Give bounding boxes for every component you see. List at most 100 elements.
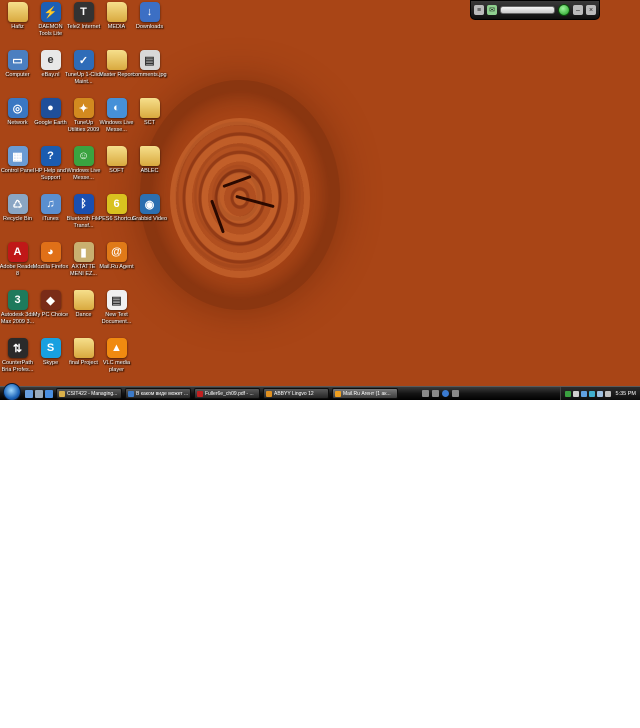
taskbar-app-icon: [197, 390, 203, 397]
switch-windows-icon[interactable]: [35, 389, 43, 398]
desktop-icon[interactable]: ☺ Windows Live Messe...: [67, 146, 100, 192]
app-icon: ●: [40, 98, 61, 118]
desktop-icon[interactable]: ⚡ DAEMON Tools Lite: [34, 2, 67, 48]
search-gadget[interactable]: ≡ ✉ – ×: [470, 0, 600, 20]
desktop-icon[interactable]: ▤ comments.jpg: [132, 50, 167, 96]
desktop-icon[interactable]: ? HP Help and Support: [34, 146, 67, 192]
taskbar-button-label: CSIT422 - Managing...: [67, 390, 118, 397]
taskbar-app-icon: [128, 390, 134, 397]
app-icon: ▭: [7, 50, 28, 70]
taskbar-button[interactable]: Fuller6e_ch09.pdf - ...: [194, 388, 260, 399]
desktop-icon[interactable]: ◕ Mozilla Firefox: [33, 242, 68, 288]
desktop-icon[interactable]: ♫ iTunes: [34, 194, 67, 240]
tray-icon[interactable]: [564, 390, 571, 397]
app-icon: 6: [106, 194, 127, 214]
desktop-icon[interactable]: ▦ Control Panel: [1, 146, 34, 192]
desktop-icon[interactable]: S Skype: [34, 338, 67, 384]
system-tray: 5:35 PM: [559, 386, 640, 400]
app-icon: ⚡: [40, 2, 61, 22]
desktop-icon[interactable]: ◎ Network: [1, 98, 34, 144]
desktop-icon[interactable]: ◆ My PC Choice: [33, 290, 68, 336]
app-icon: ♫: [40, 194, 61, 214]
folder-icon: [106, 146, 127, 166]
desktop-icon-label: VLC media player: [102, 360, 131, 373]
desktop-icon[interactable]: ᛒ Bluetooth File Transf...: [67, 194, 100, 240]
network-icon[interactable]: [596, 390, 603, 397]
clock[interactable]: 5:35 PM: [616, 391, 636, 397]
app-icon: S: [40, 338, 61, 358]
app-icon: @: [106, 242, 127, 262]
desktop-icon[interactable]: SOFT: [100, 146, 133, 192]
desktop-icon[interactable]: ◐ Windows Live Messe...: [100, 98, 133, 144]
taskbar-app-icon: [59, 390, 65, 397]
show-desktop-icon[interactable]: [25, 389, 33, 398]
desktop-icon[interactable]: final Project: [67, 338, 100, 384]
desktop-icon[interactable]: ▤ New Text Document...: [100, 290, 133, 336]
toolbar-icon[interactable]: [422, 390, 429, 397]
desktop-icon[interactable]: ABLEC: [133, 146, 166, 192]
volume-icon[interactable]: [604, 390, 611, 397]
desktop-icon[interactable]: @ Mail.Ru Agent: [99, 242, 134, 288]
start-button[interactable]: [3, 382, 21, 400]
desktop-icon[interactable]: ● Google Earth: [34, 98, 67, 144]
desktop-icon[interactable]: T Tele2 Internet: [67, 2, 100, 48]
taskbar-button[interactable]: Mail.Ru Агент (1 ак...: [332, 388, 398, 399]
tray-icon[interactable]: [588, 390, 595, 397]
desktop-icon[interactable]: ◉ Grabbid Video: [131, 194, 168, 240]
desktop-icon[interactable]: ✓ TuneUp 1-Click Maint...: [65, 50, 102, 96]
taskbar-button[interactable]: CSIT422 - Managing...: [56, 388, 122, 399]
toolbar-icon[interactable]: [442, 390, 449, 397]
app-icon: ▤: [106, 290, 127, 310]
desktop-icon[interactable]: e eBay.nl: [34, 50, 67, 96]
app-icon: ᛒ: [73, 194, 94, 214]
desktop-icon-label: SCT: [144, 120, 155, 126]
app-icon: ▲: [106, 338, 127, 358]
app-icon: ◕: [40, 242, 61, 262]
gadget-go-button[interactable]: [558, 4, 570, 16]
taskbar-button-label: Fuller6e_ch09.pdf - ...: [205, 390, 254, 397]
browser-icon[interactable]: [45, 389, 53, 398]
desktop-icon[interactable]: SCT: [133, 98, 166, 144]
desktop-icon[interactable]: Hafiz: [1, 2, 34, 48]
folder-icon: [7, 2, 28, 22]
desktop-icon[interactable]: Dance: [67, 290, 100, 336]
app-icon: 3: [7, 290, 28, 310]
desktop-icon[interactable]: ⇅ CounterPath Bria Profes...: [1, 338, 34, 384]
desktop-icon[interactable]: ▲ VLC media player: [100, 338, 133, 384]
toolbar-icon[interactable]: [432, 390, 439, 397]
tray-icon[interactable]: [580, 390, 587, 397]
app-icon: ◆: [40, 290, 61, 310]
folder-icon: [139, 146, 160, 166]
desktop-icon[interactable]: Master Report: [99, 50, 134, 96]
desktop-icon[interactable]: MEDIA: [100, 2, 133, 48]
desktop-icon-label: New Text Document...: [101, 312, 132, 325]
desktop-icon[interactable]: ▮ AXTATTE MENI EZ...: [67, 242, 100, 288]
app-icon: ▤: [139, 50, 160, 70]
desktop-icon[interactable]: ✦ TuneUp Utilities 2009: [67, 98, 100, 144]
gadget-close-icon[interactable]: ×: [586, 5, 596, 15]
taskbar-app-icon: [266, 390, 272, 397]
gadget-search-input[interactable]: [500, 6, 555, 14]
taskbar-button[interactable]: В каком виде может ...: [125, 388, 191, 399]
gadget-menu-icon[interactable]: ≡: [474, 5, 484, 15]
app-icon: ◉: [139, 194, 160, 214]
taskbar-button-label: Mail.Ru Агент (1 ак...: [343, 390, 391, 397]
app-icon: ↓: [139, 2, 160, 22]
taskbar-button[interactable]: ABBYY Lingvo 12: [263, 388, 329, 399]
app-icon: ◎: [7, 98, 28, 118]
desktop-icon[interactable]: 3 Autodesk 3ds Max 2009 3...: [1, 290, 34, 336]
desktop-icon[interactable]: ▭ Computer: [1, 50, 34, 96]
folder-icon: [106, 2, 127, 22]
app-icon: A: [7, 242, 28, 262]
desktop-icon[interactable]: ♺ Recycle Bin: [1, 194, 34, 240]
gadget-minimize-icon[interactable]: –: [573, 5, 583, 15]
desktop-icon-label: Grabbid Video: [131, 216, 168, 222]
desktop: Hafiz ⚡ DAEMON Tools Lite T Tele2 Internet ME…: [0, 0, 640, 400]
desktop-icon[interactable]: A Adobe Reader 8: [0, 242, 35, 288]
tray-icon[interactable]: [572, 390, 579, 397]
desktop-icon[interactable]: 6 PES6 Shortcut: [98, 194, 135, 240]
gadget-mail-icon[interactable]: ✉: [487, 5, 497, 15]
folder-icon: [73, 290, 94, 310]
desktop-icon[interactable]: ↓ Downloads: [133, 2, 166, 48]
toolbar-icon[interactable]: [452, 390, 459, 397]
